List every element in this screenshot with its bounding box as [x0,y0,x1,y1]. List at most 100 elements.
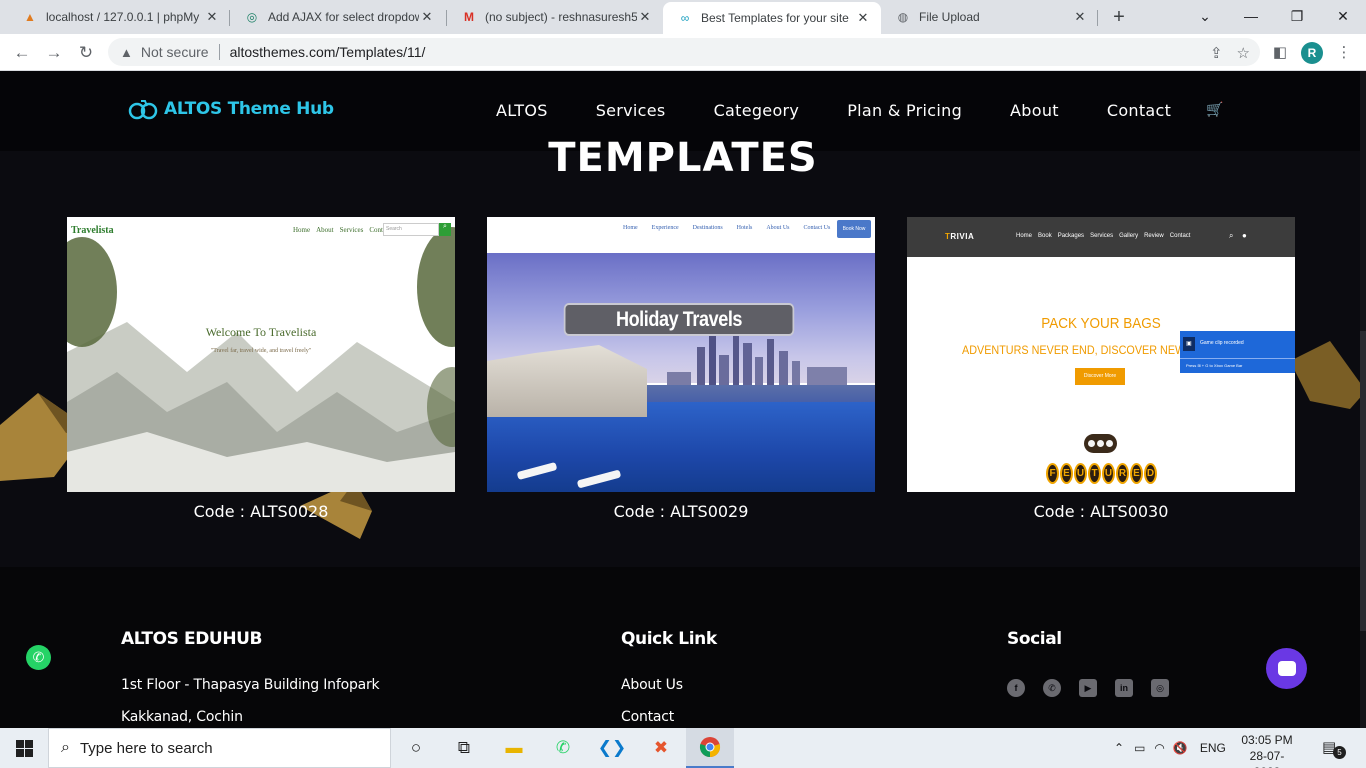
preview-nav-item: Services [339,226,364,234]
template-card[interactable]: Travelista Home About Services Contact S… [67,217,455,521]
notification-badge: 5 [1333,746,1346,759]
tab-title: (no subject) - reshnasuresh56 [485,10,637,24]
footer-title-quick-link: Quick Link [621,629,717,649]
bookmark-star-icon[interactable]: ☆ [1237,44,1250,62]
reload-button[interactable]: ↻ [72,39,100,67]
address-bar-row: ← → ↻ ▲ Not secure altosthemes.com/Templ… [0,34,1366,71]
chrome-icon[interactable] [686,728,734,768]
url-text[interactable]: altosthemes.com/Templates/11/ [230,44,426,60]
tab-gmail[interactable]: M (no subject) - reshnasuresh56 ✕ [447,0,663,34]
tab-chatgpt[interactable]: ◎ Add AJAX for select dropdow ✕ [230,0,445,34]
tab-file-upload[interactable]: ◍ File Upload ✕ [881,0,1098,34]
close-icon[interactable]: ✕ [855,10,871,26]
omnibox-divider [218,44,220,60]
cortana-icon[interactable]: ○ [392,728,440,768]
scrollbar-thumb[interactable] [1360,331,1366,631]
file-explorer-icon[interactable]: ▬ [490,728,538,768]
featured-letter: F [1046,463,1059,484]
facebook-icon[interactable]: f [1007,679,1025,697]
site-logo[interactable]: ALTOS Theme Hub [128,98,334,120]
template-preview-trivia[interactable]: TRIVIA Home Book Packages Services Galle… [907,217,1295,492]
windows-taskbar: ⌕ Type here to search ○ ⧉ ▬ ✆ ❮❯ ✖ ⌃ ▭ ◠… [0,728,1366,768]
language-indicator[interactable]: ENG [1200,741,1226,755]
omnibox[interactable]: ▲ Not secure altosthemes.com/Templates/1… [108,38,1260,66]
linkedin-icon[interactable]: in [1115,679,1133,697]
taskbar-search[interactable]: ⌕ Type here to search [48,728,391,768]
tab-title: Best Templates for your site [701,11,849,25]
forward-button[interactable]: → [40,39,68,67]
vscode-icon[interactable]: ❮❯ [588,728,636,768]
nav-link-services[interactable]: Services [596,101,666,120]
warning-icon[interactable]: ▲ [120,45,133,60]
close-icon[interactable]: ✕ [637,9,653,25]
minimize-button[interactable]: — [1228,2,1274,30]
profile-avatar[interactable]: R [1301,42,1323,64]
globe-icon: ◍ [897,10,909,24]
nav-link-category[interactable]: Categeory [714,101,800,120]
altos-logo-icon: ∞ [680,11,690,25]
whatsapp-float-button[interactable]: ✆ [26,645,51,670]
preview-nav-item: Home [1016,233,1033,239]
tab-search-button[interactable]: ⌄ [1182,2,1228,30]
start-button[interactable] [0,728,48,768]
chat-bubble-icon [1277,661,1296,676]
carousel-dots [1084,434,1117,453]
close-window-button[interactable]: ✕ [1320,2,1366,30]
overlay-divider [1180,358,1295,359]
wifi-icon[interactable]: ◠ [1154,741,1164,755]
nav-link-contact[interactable]: Contact [1107,101,1171,120]
preview-nav: Home About Services Contact [293,226,391,234]
footer-link-contact[interactable]: Contact [621,709,674,725]
share-icon[interactable]: ⇪ [1210,44,1223,62]
template-preview-travelista[interactable]: Travelista Home About Services Contact S… [67,217,455,492]
whatsapp-icon[interactable]: ✆ [1043,679,1061,697]
close-icon[interactable]: ✕ [1072,9,1088,25]
web-page: ALTOS Theme Hub ALTOS Services Categeory… [0,71,1366,728]
close-icon[interactable]: ✕ [204,9,220,25]
page-scrollbar[interactable] [1360,71,1366,728]
tab-title: localhost / 127.0.0.1 | phpMy [46,10,200,24]
tab-best-templates[interactable]: ∞ Best Templates for your site ✕ [663,2,881,34]
security-label[interactable]: Not secure [141,44,209,60]
template-card[interactable]: Home Experience Destinations Hotels Abou… [487,217,875,521]
preview-brand: Travelista [71,225,114,236]
tab-title: File Upload [919,10,980,24]
taskbar-clock[interactable]: 03:05 PM 28-07-2023 [1240,732,1294,768]
template-code: Code : ALTS0028 [193,502,329,521]
preview-brand: TRIVIA [945,232,974,241]
footer-address-line: Kakkanad, Cochin [121,709,243,725]
close-icon[interactable]: ✕ [419,9,435,25]
chevron-up-icon[interactable]: ⌃ [1114,741,1124,755]
xbox-game-bar-overlay: ▣ Game clip recorded Press ⊞ + G to Xbox… [1180,331,1295,373]
search-icon: ⌕ [1229,231,1234,240]
nav-link-altos[interactable]: ALTOS [496,101,548,120]
chat-widget-button[interactable] [1266,648,1307,689]
battery-icon[interactable]: ▭ [1134,741,1145,755]
template-code: Code : ALTS0030 [1033,502,1169,521]
omnibox-actions: ⇪ ☆ [1210,44,1250,62]
nav-link-plan-pricing[interactable]: Plan & Pricing [847,101,962,120]
windows-logo-icon [15,739,33,757]
side-panel-icon[interactable]: ◧ [1270,42,1290,62]
template-grid: Travelista Home About Services Contact S… [0,217,1366,547]
template-preview-holiday-travels[interactable]: Home Experience Destinations Hotels Abou… [487,217,875,492]
task-view-icon[interactable]: ⧉ [440,728,488,768]
browser-menu-icon[interactable]: ⋮ [1334,42,1354,62]
xampp-icon[interactable]: ✖ [637,728,685,768]
new-tab-button[interactable]: + [1106,4,1132,30]
featured-letter: U [1102,463,1115,484]
clock-time: 03:05 PM [1241,733,1293,747]
volume-muted-icon[interactable]: 🔇 [1173,741,1188,755]
nav-link-about[interactable]: About [1010,101,1059,120]
cart-icon[interactable]: 🛒 [1206,101,1223,118]
back-button[interactable]: ← [8,39,36,67]
whatsapp-app-icon[interactable]: ✆ [539,728,587,768]
tab-phpmyadmin[interactable]: ▲ localhost / 127.0.0.1 | phpMy ✕ [8,0,230,34]
youtube-icon[interactable]: ▶ [1079,679,1097,697]
notification-center-icon[interactable]: ▤ 5 [1322,738,1346,759]
footer-link-about-us[interactable]: About Us [621,677,683,693]
template-card[interactable]: TRIVIA Home Book Packages Services Galle… [907,217,1295,521]
restore-button[interactable]: ❐ [1274,2,1320,30]
preview-nav-item: Experience [651,225,679,231]
instagram-icon[interactable]: ◎ [1151,679,1169,697]
